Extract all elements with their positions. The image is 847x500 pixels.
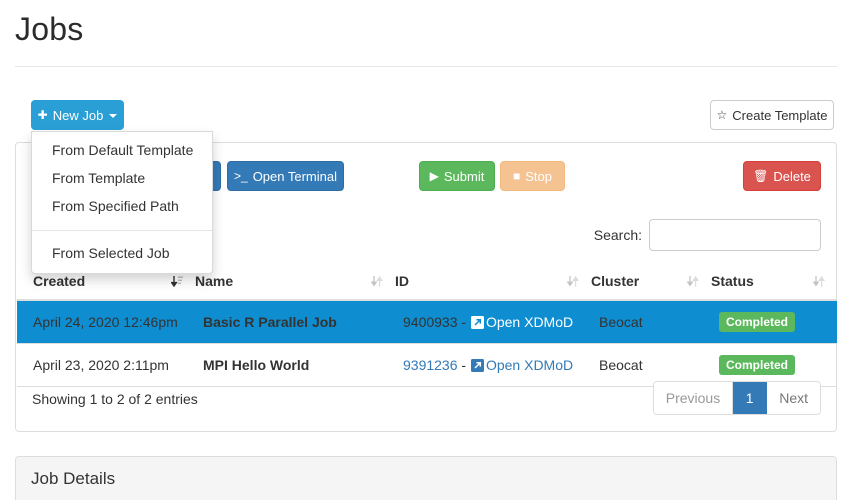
- pagination-page-1[interactable]: 1: [733, 382, 768, 414]
- open-xdmod-link[interactable]: Open XDMoD: [470, 314, 573, 330]
- sort-desc-icon: [171, 275, 183, 288]
- star-icon: ☆: [716, 108, 728, 122]
- column-header-status-label: Status: [711, 273, 754, 289]
- status-badge: Completed: [719, 312, 796, 332]
- menu-item-from-specified-path[interactable]: From Specified Path: [32, 193, 212, 221]
- title-divider: [15, 66, 837, 67]
- pagination-next[interactable]: Next: [767, 382, 820, 414]
- stop-square-icon: ■: [513, 169, 521, 183]
- column-header-status[interactable]: Status: [711, 265, 837, 301]
- new-job-dropdown-menu: From Default Template From Template From…: [31, 131, 213, 274]
- column-header-created-label: Created: [33, 273, 86, 289]
- sort-none-icon: [687, 275, 699, 288]
- delete-label: Delete: [773, 168, 811, 184]
- cell-cluster: Beocat: [591, 300, 711, 344]
- new-job-button[interactable]: ✚ New Job: [31, 100, 124, 130]
- entries-info: Showing 1 to 2 of 2 entries: [32, 391, 198, 407]
- column-header-id[interactable]: ID: [395, 265, 591, 301]
- create-template-button-label: Create Template: [732, 107, 828, 123]
- submit-button[interactable]: ▶ Submit: [419, 161, 495, 191]
- trash-icon: 🗑: [753, 169, 769, 183]
- cell-id: 9400933 - Open XDMoD: [395, 300, 591, 344]
- pagination-previous[interactable]: Previous: [653, 382, 734, 414]
- sort-none-icon: [567, 275, 579, 288]
- job-id: 9400933: [403, 314, 458, 330]
- column-header-cluster[interactable]: Cluster: [591, 265, 711, 301]
- cell-created: April 24, 2020 12:46pm: [17, 300, 195, 344]
- external-link-icon: [470, 316, 484, 329]
- stop-button[interactable]: ■ Stop: [500, 161, 565, 191]
- search-label: Search:: [593, 227, 642, 243]
- menu-divider: [32, 229, 212, 231]
- sort-none-icon: [371, 275, 383, 288]
- table-row[interactable]: April 24, 2020 12:46pm Basic R Parallel …: [17, 300, 837, 344]
- new-job-button-label: New Job: [52, 107, 104, 123]
- table-footer: Showing 1 to 2 of 2 entries Previous 1 N…: [16, 381, 836, 421]
- cell-status: Completed: [711, 300, 837, 344]
- delete-button[interactable]: 🗑 Delete: [743, 161, 821, 191]
- external-link-icon: [470, 359, 484, 372]
- menu-item-from-selected-job[interactable]: From Selected Job: [32, 240, 212, 268]
- search-input[interactable]: [649, 219, 821, 251]
- job-details-panel: Job Details: [15, 456, 837, 500]
- chevron-down-icon: [109, 113, 118, 118]
- create-template-button[interactable]: ☆ Create Template: [710, 100, 834, 130]
- status-badge: Completed: [719, 355, 796, 375]
- stop-label: Stop: [525, 168, 552, 184]
- id-separator: -: [461, 357, 467, 373]
- search-area: Search:: [594, 219, 821, 251]
- pagination: Previous 1 Next: [652, 381, 821, 415]
- column-header-name[interactable]: Name: [195, 265, 395, 301]
- open-xdmod-label: Open XDMoD: [485, 357, 574, 373]
- play-icon: ▶: [429, 169, 439, 183]
- cell-name: Basic R Parallel Job: [195, 300, 395, 344]
- open-xdmod-link[interactable]: Open XDMoD: [470, 357, 573, 373]
- plus-icon: ✚: [37, 108, 48, 122]
- column-header-cluster-label: Cluster: [591, 273, 640, 289]
- submit-label: Submit: [443, 168, 485, 184]
- job-details-heading: Job Details: [16, 457, 836, 500]
- job-id-link[interactable]: 9391236: [403, 357, 458, 373]
- open-terminal-label: Open Terminal: [252, 168, 337, 184]
- terminal-icon: >_: [234, 169, 248, 183]
- menu-item-from-default-template[interactable]: From Default Template: [32, 137, 212, 165]
- open-xdmod-label: Open XDMoD: [485, 314, 574, 330]
- page-title: Jobs: [15, 11, 84, 47]
- sort-none-icon: [813, 275, 825, 288]
- column-header-name-label: Name: [195, 273, 234, 289]
- menu-item-from-template[interactable]: From Template: [32, 165, 212, 193]
- jobs-table: Created Name ID Cluster Status April 24,…: [17, 265, 837, 387]
- open-terminal-button[interactable]: >_ Open Terminal: [227, 161, 344, 191]
- id-separator: -: [461, 314, 467, 330]
- column-header-id-label: ID: [395, 273, 409, 289]
- job-id: 9391236: [403, 357, 458, 373]
